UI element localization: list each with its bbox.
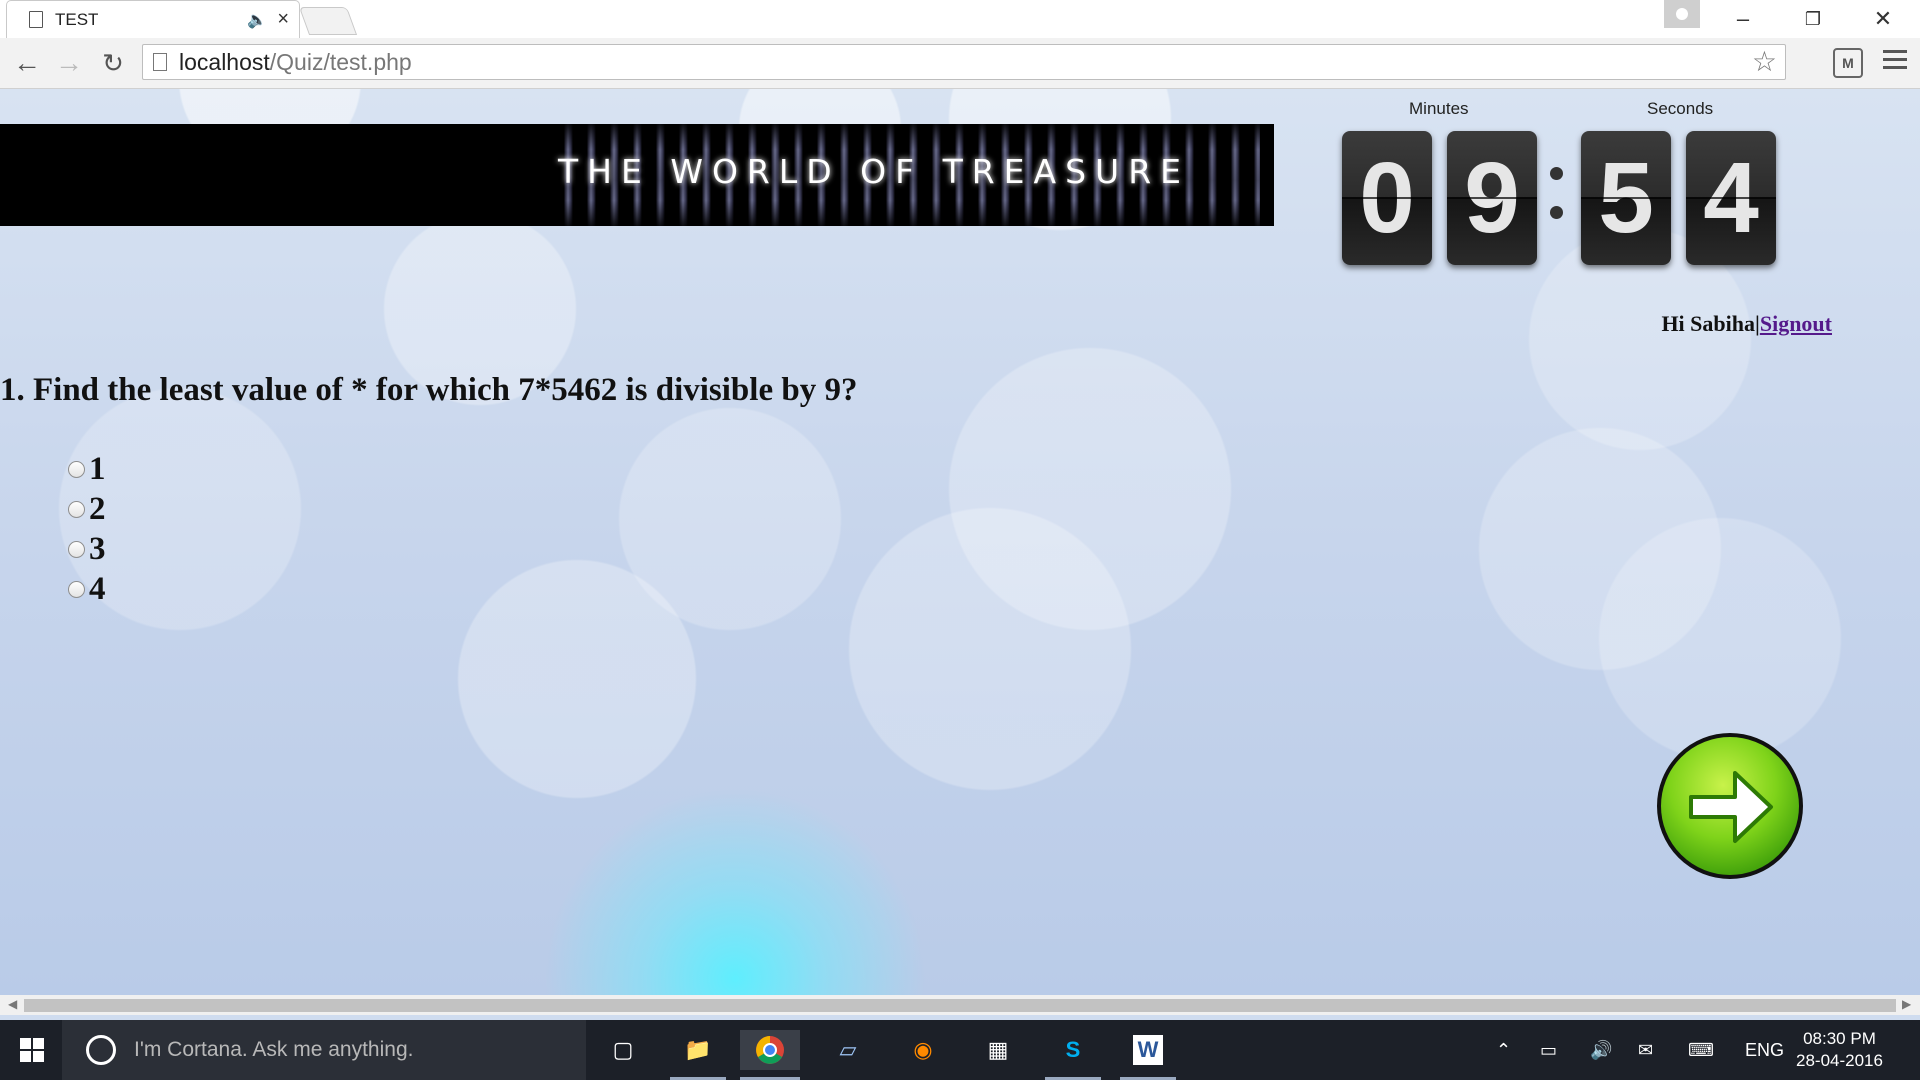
scrollbar-thumb[interactable] bbox=[24, 999, 1896, 1012]
arrow-right-icon bbox=[1689, 771, 1773, 843]
menu-icon[interactable] bbox=[1883, 50, 1907, 74]
action-center-icon[interactable]: ✉ bbox=[1638, 1020, 1653, 1080]
volume-icon[interactable]: 🔊 bbox=[1590, 1020, 1612, 1080]
firefox-icon[interactable]: ◉ bbox=[898, 1030, 948, 1070]
page-viewport: THE WORLD OF TREASURE Minutes Seconds 0 … bbox=[0, 89, 1920, 995]
url-text: localhost/Quiz/test.php bbox=[179, 49, 412, 75]
seconds-label: Seconds bbox=[1647, 99, 1714, 118]
radio-button[interactable] bbox=[68, 580, 85, 598]
restore-button[interactable]: ❐ bbox=[1788, 4, 1838, 34]
next-button[interactable] bbox=[1657, 733, 1803, 879]
keyboard-icon[interactable]: ⌨ bbox=[1688, 1020, 1714, 1080]
chrome-icon[interactable] bbox=[740, 1030, 800, 1070]
radio-button[interactable] bbox=[68, 500, 85, 518]
cortana-icon bbox=[86, 1035, 116, 1065]
browser-toolbar: ← → ↻ localhost/Quiz/test.php ☆ M bbox=[0, 38, 1920, 89]
timer-digit: 0 bbox=[1342, 131, 1432, 265]
bookmark-star-icon[interactable]: ☆ bbox=[1752, 45, 1777, 78]
profile-icon[interactable] bbox=[1664, 0, 1700, 28]
answer-option[interactable]: 2 bbox=[68, 489, 106, 529]
search-placeholder: I'm Cortana. Ask me anything. bbox=[134, 1038, 414, 1061]
answer-option[interactable]: 1 bbox=[68, 449, 106, 489]
answer-option[interactable]: 3 bbox=[68, 529, 106, 569]
minimize-button[interactable]: – bbox=[1718, 4, 1768, 34]
address-bar[interactable]: localhost/Quiz/test.php ☆ bbox=[142, 44, 1786, 80]
forward-button[interactable]: → bbox=[52, 48, 86, 78]
timer-colon bbox=[1550, 167, 1563, 245]
skype-icon[interactable]: S bbox=[1048, 1030, 1098, 1070]
banner: THE WORLD OF TREASURE bbox=[0, 124, 1274, 226]
page-icon bbox=[29, 11, 43, 28]
horizontal-scrollbar[interactable]: ◀ ▶ bbox=[0, 995, 1920, 1015]
cortana-search-box[interactable]: I'm Cortana. Ask me anything. bbox=[62, 1020, 586, 1080]
calculator-icon[interactable]: ▦ bbox=[973, 1030, 1023, 1070]
back-button[interactable]: ← bbox=[10, 48, 44, 78]
scroll-right-icon[interactable]: ▶ bbox=[1902, 997, 1911, 1011]
reload-button[interactable]: ↻ bbox=[96, 48, 130, 78]
question-text: 1. Find the least value of * for which 7… bbox=[0, 372, 858, 408]
page-icon bbox=[153, 53, 167, 71]
word-icon[interactable]: W bbox=[1133, 1035, 1163, 1065]
radio-button[interactable] bbox=[68, 540, 85, 558]
answer-option[interactable]: 4 bbox=[68, 569, 106, 609]
radio-button[interactable] bbox=[68, 460, 85, 478]
minutes-label: Minutes bbox=[1409, 99, 1469, 118]
task-view-icon[interactable]: ▢ bbox=[598, 1030, 648, 1070]
extension-icon[interactable]: M bbox=[1833, 48, 1863, 78]
timer-digit: 9 bbox=[1447, 131, 1537, 265]
browser-tab-strip: TEST 🔈 × – ❐ ✕ bbox=[0, 0, 1920, 38]
file-explorer-icon[interactable]: 📁 bbox=[673, 1030, 723, 1070]
speaker-icon[interactable]: 🔈 bbox=[247, 10, 267, 30]
signout-link[interactable]: Signout bbox=[1760, 311, 1832, 336]
taskbar: I'm Cortana. Ask me anything. ▢ 📁 ▱ ◉ ▦ … bbox=[0, 1020, 1920, 1080]
new-tab-button[interactable] bbox=[298, 7, 358, 35]
battery-icon[interactable]: ▭ bbox=[1540, 1020, 1557, 1080]
windows-start-icon[interactable] bbox=[20, 1038, 44, 1062]
answer-options: 1 2 3 4 bbox=[68, 449, 106, 609]
timer-digit: 5 bbox=[1581, 131, 1671, 265]
show-hidden-icons[interactable]: ⌃ bbox=[1496, 1020, 1511, 1080]
taskbar-clock[interactable]: 08:30 PM 28-04-2016 bbox=[1796, 1028, 1883, 1072]
user-greeting: Hi Sabiha|Signout bbox=[1661, 311, 1832, 336]
browser-tab[interactable]: TEST 🔈 × bbox=[6, 0, 300, 38]
notes-app-icon[interactable]: ▱ bbox=[823, 1030, 873, 1070]
tab-title: TEST bbox=[55, 9, 99, 29]
close-window-button[interactable]: ✕ bbox=[1858, 4, 1908, 34]
close-tab-icon[interactable]: × bbox=[277, 8, 289, 31]
banner-title: THE WORLD OF TREASURE bbox=[558, 152, 1190, 191]
timer-digit: 4 bbox=[1686, 131, 1776, 265]
scroll-left-icon[interactable]: ◀ bbox=[8, 997, 17, 1011]
language-indicator[interactable]: ENG bbox=[1745, 1020, 1784, 1080]
